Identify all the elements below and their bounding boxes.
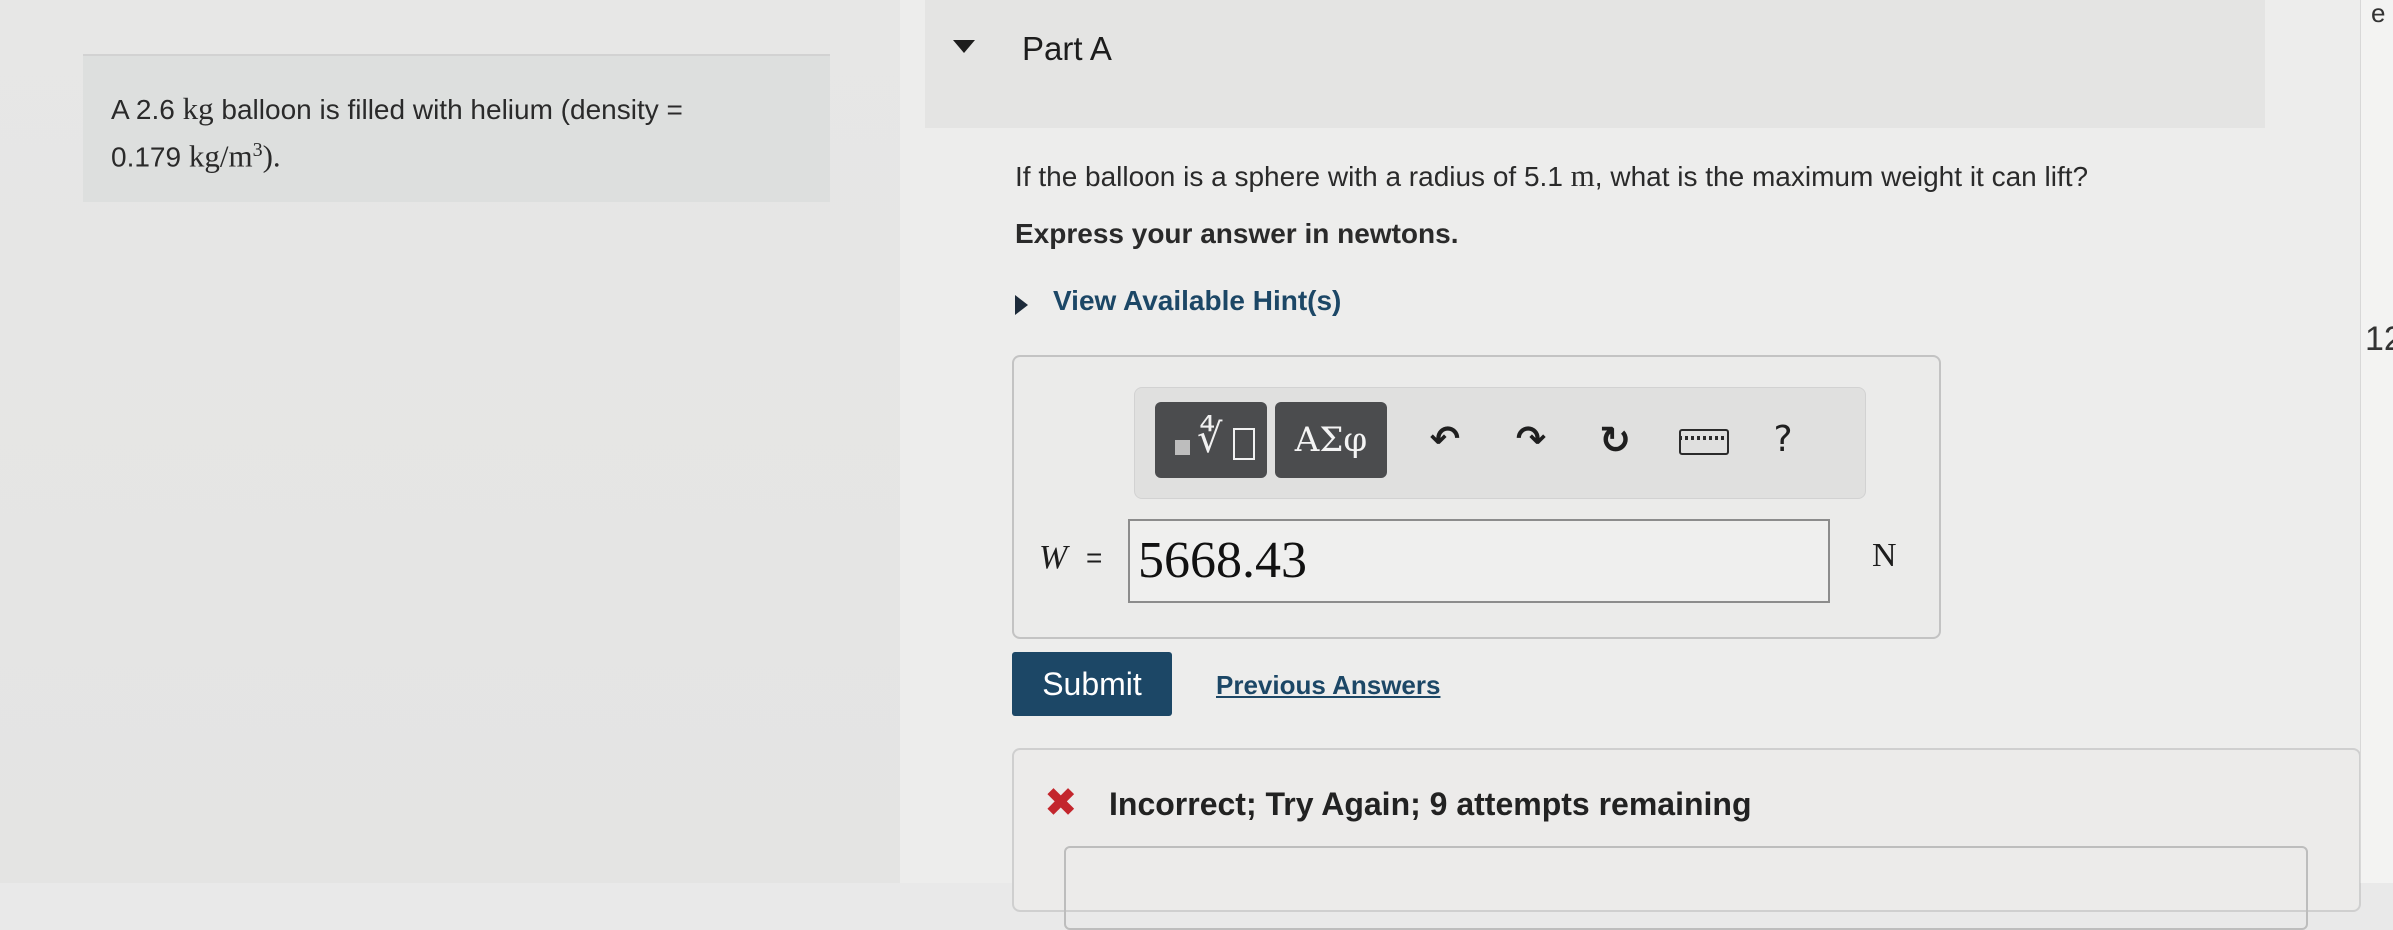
question-prefix: If the balloon is a sphere with a radius… xyxy=(1015,161,1571,192)
greek-symbols-button[interactable]: ΑΣφ xyxy=(1275,402,1387,478)
density-exponent: 3 xyxy=(252,139,263,161)
math-toolbar: ∜ ΑΣφ ↶ ↷ ↻ ? xyxy=(1134,387,1866,499)
expand-caret-icon[interactable] xyxy=(1015,295,1028,315)
greek-symbols-label: ΑΣφ xyxy=(1294,420,1368,460)
answer-input[interactable]: 5668.43 xyxy=(1128,519,1830,603)
reset-icon[interactable]: ↻ xyxy=(1585,410,1645,470)
answer-variable: W xyxy=(1039,539,1068,576)
templates-button[interactable]: ∜ xyxy=(1155,402,1267,478)
adjacent-window-edge: e 12 xyxy=(2360,0,2393,883)
view-hints-link[interactable]: View Available Hint(s) xyxy=(1053,285,1341,317)
template-square-icon xyxy=(1175,440,1190,455)
problem-text: A 2.6 kg balloon is filled with helium (… xyxy=(111,89,801,177)
equals-sign: = xyxy=(1086,542,1103,573)
help-button[interactable]: ? xyxy=(1753,410,1813,470)
edge-text-fragment-top: e xyxy=(2371,0,2386,28)
problem-middle: balloon is filled with helium (density = xyxy=(213,94,683,125)
collapse-caret-icon[interactable] xyxy=(953,40,975,53)
part-title: Part A xyxy=(1022,30,1112,67)
radical-icon: ∜ xyxy=(1197,416,1223,462)
submit-button[interactable]: Submit xyxy=(1012,652,1172,716)
problem-suffix: ). xyxy=(262,138,281,174)
mass-unit: kg xyxy=(182,91,214,126)
density-value: 0.179 xyxy=(111,141,189,173)
question-suffix: , what is the maximum weight it can lift… xyxy=(1594,161,2089,192)
problem-prefix: A 2.6 xyxy=(111,94,183,125)
feedback-detail-box xyxy=(1064,846,2308,930)
answer-box: ∜ ΑΣφ ↶ ↷ ↻ ? W = 5668.43 N xyxy=(1012,355,1941,639)
problem-statement: A 2.6 kg balloon is filled with helium (… xyxy=(83,54,830,202)
keyboard-shortcuts-button[interactable] xyxy=(1673,410,1733,470)
incorrect-x-icon: ✖ xyxy=(1044,780,1078,826)
instruction-text: Express your answer in newtons. xyxy=(1015,218,1459,249)
placeholder-box-icon xyxy=(1233,428,1255,460)
answer-unit: N xyxy=(1872,537,1897,574)
density-unit: kg/m xyxy=(188,138,253,174)
part-header[interactable]: Part A xyxy=(925,0,2265,128)
previous-answers-link[interactable]: Previous Answers xyxy=(1216,670,1440,701)
keyboard-icon xyxy=(1679,429,1729,455)
redo-icon[interactable]: ↷ xyxy=(1501,410,1561,470)
radius-unit: m xyxy=(1570,158,1595,193)
edge-text-fragment-middle: 12 xyxy=(2365,320,2393,358)
feedback-message: Incorrect; Try Again; 9 attempts remaini… xyxy=(1109,786,1752,822)
left-panel: A 2.6 kg balloon is filled with helium (… xyxy=(0,0,900,883)
question-text: If the balloon is a sphere with a radius… xyxy=(1015,158,2088,194)
feedback-box: ✖ Incorrect; Try Again; 9 attempts remai… xyxy=(1012,748,2361,930)
undo-icon[interactable]: ↶ xyxy=(1415,410,1475,470)
